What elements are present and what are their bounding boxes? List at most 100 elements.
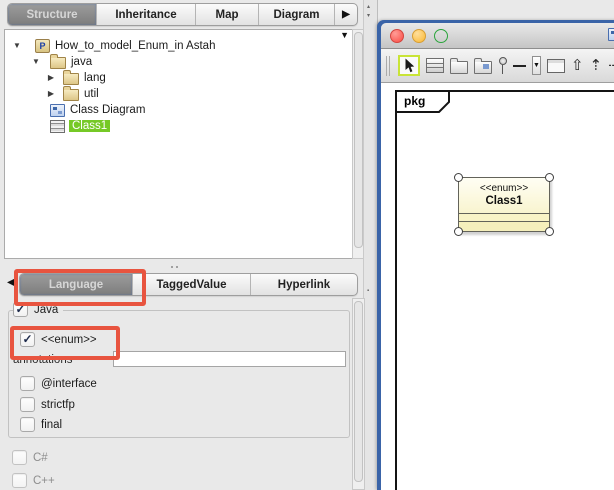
tab-taggedvalue-label: TaggedValue bbox=[156, 278, 227, 291]
tab-hyperlink[interactable]: Hyperlink bbox=[251, 274, 357, 295]
expander-icon[interactable]: ▼ bbox=[12, 41, 22, 51]
class-diagram-icon bbox=[50, 103, 65, 117]
tab-inheritance-label: Inheritance bbox=[115, 8, 177, 21]
interface-row: @interface bbox=[20, 376, 97, 391]
tab-inheritance[interactable]: Inheritance bbox=[97, 4, 196, 25]
class-name: Class1 bbox=[485, 195, 523, 207]
tree-item-label-selected: Class1 bbox=[69, 120, 111, 132]
tree-item-label: java bbox=[71, 56, 93, 68]
close-button[interactable] bbox=[390, 28, 404, 43]
more-tabs-button[interactable]: ▶ bbox=[335, 4, 357, 25]
tree-item-label: util bbox=[84, 88, 99, 100]
splitter-collapse-icon[interactable]: ▴ bbox=[367, 4, 370, 10]
expander-icon[interactable]: ▼ bbox=[31, 57, 41, 67]
csharp-checkbox[interactable] bbox=[12, 450, 27, 465]
frame-label: pkg bbox=[404, 94, 426, 108]
panel-resize-handle[interactable] bbox=[170, 265, 179, 269]
folder-icon bbox=[50, 54, 66, 69]
resize-handle-nw[interactable] bbox=[454, 173, 463, 182]
enum-checkbox[interactable]: ✓ bbox=[20, 332, 35, 347]
dropdown-icon: ▼ bbox=[533, 62, 540, 69]
strictfp-checkbox[interactable] bbox=[20, 397, 35, 412]
structure-tree-panel: ▼ ▼ P How_to_model_Enum_in Astah ▼ java … bbox=[4, 29, 354, 259]
tab-map[interactable]: Map bbox=[196, 4, 259, 25]
resize-handle-ne[interactable] bbox=[545, 173, 554, 182]
splitter-mark-icon: ▪ bbox=[367, 288, 370, 294]
class-tool[interactable] bbox=[426, 58, 444, 73]
property-scrollbar[interactable] bbox=[352, 298, 365, 490]
tree-item-label: How_to_model_Enum_in Astah bbox=[55, 40, 216, 52]
tree-item-util[interactable]: ▶ util bbox=[5, 86, 353, 102]
structure-tabbar: Structure Inheritance Map Diagram ▶ bbox=[7, 3, 358, 26]
interface-label: @interface bbox=[41, 377, 97, 390]
folder-icon bbox=[63, 86, 79, 101]
check-icon: ✓ bbox=[15, 301, 26, 316]
container-tool[interactable] bbox=[546, 58, 565, 73]
resize-handle-sw[interactable] bbox=[454, 227, 463, 236]
check-icon: ✓ bbox=[22, 331, 33, 346]
line-tool-dropdown[interactable]: ▼ bbox=[532, 56, 541, 75]
tree-menu-icon[interactable]: ▼ bbox=[340, 30, 349, 40]
annotations-label: annotations bbox=[13, 354, 73, 366]
final-checkbox[interactable] bbox=[20, 417, 35, 432]
package-tool[interactable] bbox=[450, 57, 468, 74]
tree-item-class-diagram[interactable]: Class Diagram bbox=[5, 102, 353, 118]
annotations-input[interactable] bbox=[113, 351, 346, 367]
line-tool[interactable] bbox=[513, 64, 526, 67]
vertical-splitter[interactable]: ▴ ▾ ▪ bbox=[363, 0, 378, 490]
attributes-compartment bbox=[459, 213, 549, 221]
tab-structure-label: Structure bbox=[26, 8, 78, 21]
final-row: final bbox=[20, 417, 62, 432]
expander-icon[interactable]: ▶ bbox=[46, 73, 56, 83]
tab-diagram-label: Diagram bbox=[273, 8, 320, 21]
tab-diagram[interactable]: Diagram bbox=[259, 4, 335, 25]
java-checkbox[interactable]: ✓ bbox=[13, 302, 28, 317]
splitter-expand-icon[interactable]: ▾ bbox=[367, 13, 370, 19]
diagram-window: ▼ ⇧ ⇡ ⇢ ▼ pkg <<enum>> Class1 bbox=[377, 20, 614, 490]
class-node-class1[interactable]: <<enum>> Class1 bbox=[454, 173, 554, 236]
tab-structure[interactable]: Structure bbox=[8, 4, 97, 25]
diagram-window-titlebar[interactable] bbox=[381, 23, 614, 49]
resize-handle-se[interactable] bbox=[545, 227, 554, 236]
final-label: final bbox=[41, 418, 63, 431]
cpp-label: C++ bbox=[33, 474, 55, 487]
interface-checkbox[interactable] bbox=[20, 376, 35, 391]
package-frame: pkg bbox=[395, 90, 614, 490]
diagram-canvas[interactable]: pkg <<enum>> Class1 bbox=[381, 83, 614, 490]
class-stereotype: <<enum>> bbox=[479, 183, 529, 194]
tree-item-label: lang bbox=[84, 72, 106, 84]
package-with-diagram-tool[interactable] bbox=[474, 57, 492, 74]
tab-language[interactable]: Language bbox=[20, 274, 133, 295]
csharp-row: C# bbox=[12, 450, 48, 465]
strictfp-label: strictfp bbox=[41, 398, 75, 411]
cpp-checkbox[interactable] bbox=[12, 473, 27, 488]
expander-icon[interactable]: ▶ bbox=[46, 89, 56, 99]
dependency-tool[interactable]: ⇢ bbox=[608, 58, 614, 73]
select-tool[interactable] bbox=[398, 55, 420, 76]
enum-row: ✓ <<enum>> bbox=[20, 332, 97, 347]
csharp-label: C# bbox=[33, 451, 48, 464]
tree-item-project[interactable]: ▼ P How_to_model_Enum_in Astah bbox=[5, 38, 353, 54]
toolbar-grip[interactable] bbox=[386, 55, 390, 76]
tree-scrollbar-thumb[interactable] bbox=[354, 32, 363, 249]
zoom-button[interactable] bbox=[434, 28, 448, 43]
tree-item-java[interactable]: ▼ java bbox=[5, 54, 353, 70]
folder-icon bbox=[63, 70, 79, 85]
tree-item-class1[interactable]: Class1 bbox=[5, 118, 353, 134]
enum-label: <<enum>> bbox=[41, 333, 97, 346]
minimize-button[interactable] bbox=[412, 28, 426, 43]
tab-taggedvalue[interactable]: TaggedValue bbox=[133, 274, 251, 295]
property-scrollbar-thumb[interactable] bbox=[354, 301, 363, 482]
note-anchor-tool[interactable] bbox=[498, 56, 507, 75]
realization-tool[interactable]: ⇡ bbox=[590, 58, 603, 73]
prev-tabs-button[interactable]: ◀ bbox=[7, 277, 15, 288]
diagram-toolbar: ▼ ⇧ ⇡ ⇢ ▼ bbox=[381, 49, 614, 83]
tab-language-label: Language bbox=[48, 278, 104, 291]
tree-item-lang[interactable]: ▶ lang bbox=[5, 70, 353, 86]
cursor-icon bbox=[405, 58, 415, 73]
generalization-tool[interactable]: ⇧ bbox=[571, 58, 584, 73]
more-tabs-icon: ▶ bbox=[342, 9, 350, 20]
property-tabbar: Language TaggedValue Hyperlink bbox=[19, 273, 358, 296]
strictfp-row: strictfp bbox=[20, 397, 75, 412]
tab-hyperlink-label: Hyperlink bbox=[277, 278, 331, 291]
